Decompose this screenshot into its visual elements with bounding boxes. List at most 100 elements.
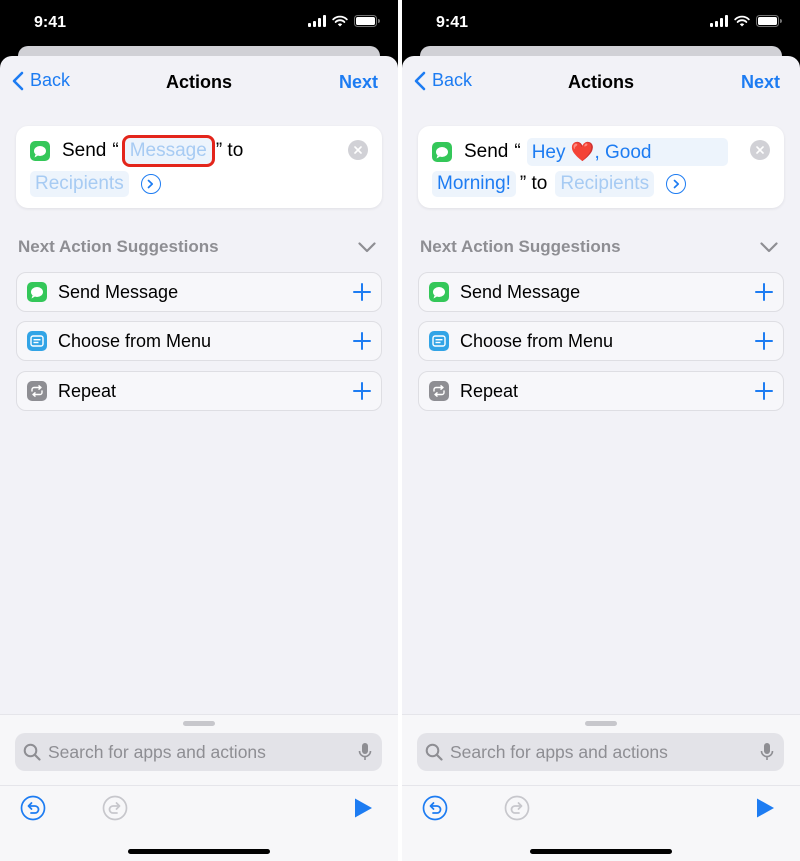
messages-icon (27, 282, 47, 302)
suggestions-title: Next Action Suggestions (420, 237, 621, 256)
panel-grabber[interactable] (585, 721, 617, 726)
open-quote: “ (514, 141, 521, 162)
open-quote: “ (112, 140, 119, 161)
microphone-icon[interactable] (760, 742, 774, 762)
message-parameter-token[interactable]: Message (121, 135, 215, 167)
suggestions-title: Next Action Suggestions (18, 237, 219, 256)
suggestion-label: Repeat (58, 380, 117, 401)
search-icon (23, 743, 41, 761)
suggestion-label: Choose from Menu (58, 330, 212, 351)
status-bar: 9:41 (402, 0, 800, 46)
message-parameter-token[interactable]: Hey ❤️, Good (526, 138, 728, 166)
shortcut-editor-sheet: Back Actions Next Send “ Message ” to Re… (0, 56, 398, 861)
action-verb: Send (464, 141, 509, 162)
action-line-1: Send “ Hey ❤️, Good (432, 138, 728, 166)
redo-icon[interactable] (102, 795, 128, 821)
expand-options-button[interactable] (666, 174, 687, 194)
toolbar-divider (402, 785, 800, 786)
battery-icon (756, 15, 782, 27)
chevron-down-icon[interactable] (358, 241, 376, 253)
plus-icon[interactable] (351, 380, 373, 402)
search-input[interactable]: Search for apps and actions (450, 742, 668, 763)
undo-icon[interactable] (422, 795, 448, 821)
undo-icon[interactable] (20, 795, 46, 821)
next-button[interactable]: Next (339, 72, 378, 93)
next-button[interactable]: Next (741, 72, 780, 93)
suggestion-repeat[interactable]: Repeat (418, 371, 784, 411)
heart-emoji: ❤️ (570, 142, 595, 163)
send-message-action-card: Send “ Hey ❤️, Good Morning! ” to Recipi… (418, 126, 784, 208)
status-bar: 9:41 (0, 0, 398, 46)
search-input[interactable]: Search for apps and actions (48, 742, 266, 763)
recipients-parameter-token[interactable]: Recipients (30, 171, 129, 197)
suggestions-header[interactable]: Next Action Suggestions (18, 237, 376, 257)
play-icon[interactable] (352, 797, 374, 819)
suggestion-label: Repeat (460, 380, 519, 401)
toolbar-divider (0, 785, 398, 786)
plus-icon[interactable] (351, 330, 373, 352)
battery-icon (354, 15, 380, 27)
search-icon (425, 743, 443, 761)
close-quote-to: ” to (215, 140, 244, 161)
play-icon[interactable] (754, 797, 776, 819)
suggestion-label: Send Message (460, 281, 581, 302)
remove-action-button[interactable] (750, 140, 770, 160)
action-line-2: Morning! ” to Recipients (432, 171, 687, 197)
cellular-signal-icon (308, 15, 326, 27)
plus-icon[interactable] (753, 380, 775, 402)
wifi-icon (734, 15, 750, 27)
repeat-icon (27, 381, 47, 401)
close-icon (354, 146, 362, 154)
suggestion-send-message[interactable]: Send Message (16, 272, 382, 312)
plus-icon[interactable] (351, 281, 373, 303)
suggestion-label: Send Message (58, 281, 179, 302)
wifi-icon (332, 15, 348, 27)
suggestion-repeat[interactable]: Repeat (16, 371, 382, 411)
suggestions-header[interactable]: Next Action Suggestions (420, 237, 778, 257)
action-verb: Send (62, 140, 107, 161)
menu-icon (429, 331, 449, 351)
expand-options-button[interactable] (140, 174, 161, 194)
message-parameter-token-continued[interactable]: Morning! (432, 171, 516, 197)
status-icons (710, 15, 782, 27)
chevron-down-icon[interactable] (760, 241, 778, 253)
status-time: 9:41 (34, 14, 67, 31)
nav-bar: Back Actions Next (0, 56, 398, 108)
messages-icon (432, 142, 452, 162)
suggestion-send-message[interactable]: Send Message (418, 272, 784, 312)
phone-screen-left: 9:41 Back Actions Next Send “ Message ” … (0, 0, 398, 861)
status-icons (308, 15, 380, 27)
home-indicator (530, 849, 672, 854)
redo-icon[interactable] (504, 795, 530, 821)
messages-icon (30, 141, 50, 161)
plus-icon[interactable] (753, 330, 775, 352)
action-line-2: Recipients (30, 171, 161, 197)
recipients-parameter-token[interactable]: Recipients (555, 171, 655, 197)
action-search-panel: Search for apps and actions (402, 714, 800, 861)
microphone-icon[interactable] (358, 742, 372, 762)
close-icon (756, 146, 764, 154)
search-field[interactable]: Search for apps and actions (417, 733, 784, 771)
messages-icon (429, 282, 449, 302)
send-message-action-card: Send “ Message ” to Recipients (16, 126, 382, 208)
plus-icon[interactable] (753, 281, 775, 303)
chevron-right-icon (147, 179, 154, 189)
close-quote-to: ” to (519, 173, 548, 194)
menu-icon (27, 331, 47, 351)
repeat-icon (429, 381, 449, 401)
action-line-1: Send “ Message ” to (30, 135, 244, 167)
phone-screen-right: 9:41 Back Actions Next Send “ Hey ❤️, Go… (402, 0, 800, 861)
suggestion-choose-from-menu[interactable]: Choose from Menu (16, 321, 382, 361)
message-text: , Good (594, 142, 652, 163)
home-indicator (128, 849, 270, 854)
remove-action-button[interactable] (348, 140, 368, 160)
action-search-panel: Search for apps and actions (0, 714, 398, 861)
panel-grabber[interactable] (183, 721, 215, 726)
cellular-signal-icon (710, 15, 728, 27)
message-text: Hey (531, 142, 566, 163)
shortcut-editor-sheet: Back Actions Next Send “ Hey ❤️, Good Mo… (402, 56, 800, 861)
status-time: 9:41 (436, 14, 469, 31)
suggestion-choose-from-menu[interactable]: Choose from Menu (418, 321, 784, 361)
search-field[interactable]: Search for apps and actions (15, 733, 382, 771)
chevron-right-icon (673, 179, 679, 189)
